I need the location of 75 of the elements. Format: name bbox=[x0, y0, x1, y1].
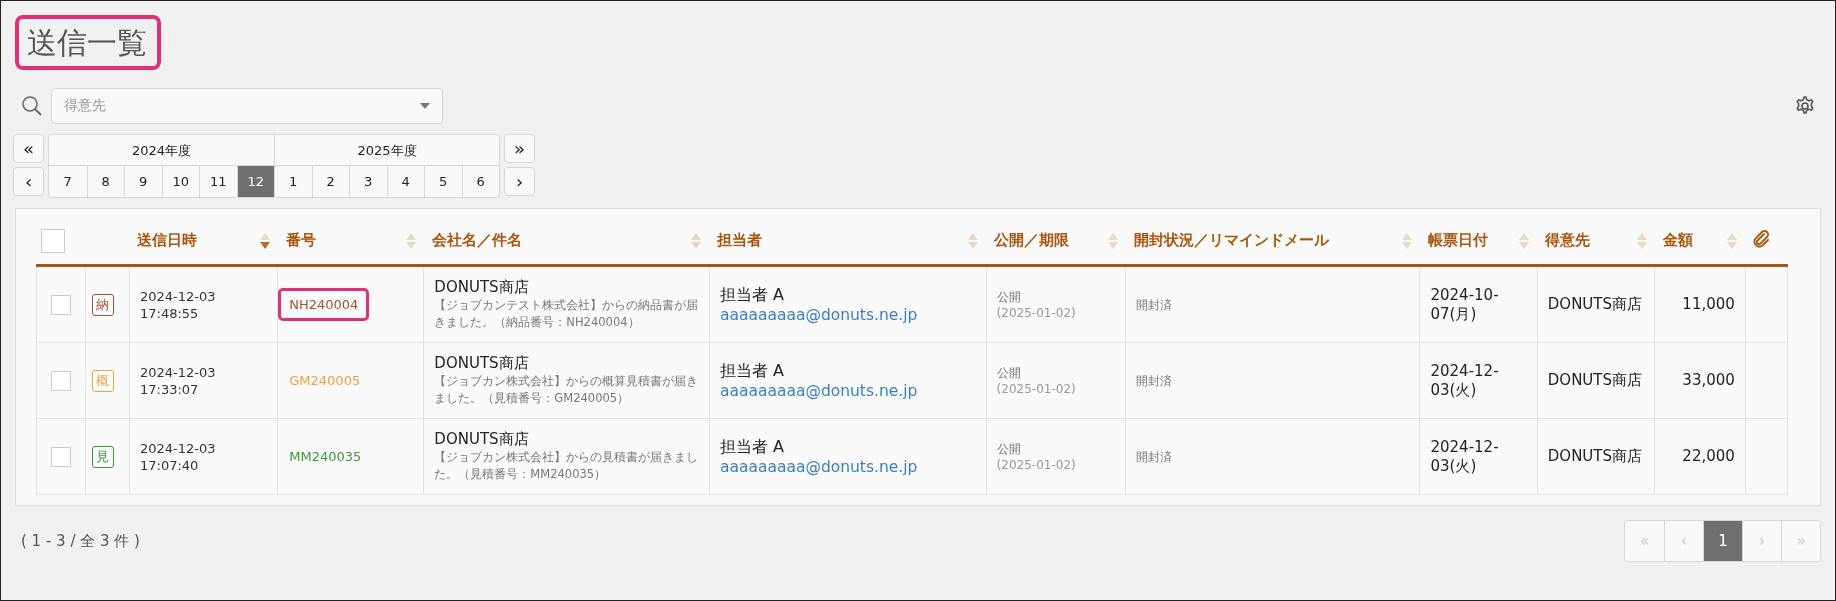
paperclip-icon bbox=[1753, 229, 1770, 248]
previous-year-button[interactable]: « bbox=[13, 134, 44, 163]
pagination-button[interactable]: 1 bbox=[1703, 521, 1742, 561]
deadline-date: (2025-01-02) bbox=[996, 456, 1077, 473]
month-tab[interactable]: 3 bbox=[349, 166, 387, 197]
next-month-button[interactable]: › bbox=[504, 167, 535, 196]
select-all-checkbox[interactable] bbox=[40, 228, 65, 253]
customer-name: DONUTS商店 bbox=[1547, 447, 1644, 466]
month-tab[interactable]: 11 bbox=[199, 166, 237, 197]
public-status: 公開 bbox=[996, 364, 1022, 381]
sent-datetime: 2024-12-03 17:48:55 bbox=[139, 287, 217, 322]
email-link[interactable]: aaaaaaaaa@donuts.ne.jp bbox=[719, 382, 918, 400]
column-header[interactable]: 帳票日付 bbox=[1427, 231, 1488, 250]
page-title: 送信一覧 bbox=[15, 15, 161, 70]
open-status: 開封済 bbox=[1136, 296, 1174, 313]
customer-select[interactable]: 得意先 bbox=[51, 88, 443, 124]
email-link[interactable]: aaaaaaaaa@donuts.ne.jp bbox=[719, 458, 918, 476]
column-header[interactable]: 得意先 bbox=[1545, 231, 1591, 250]
search-icon bbox=[21, 95, 43, 117]
mail-subject: 【ジョブカンテスト株式会社】からの納品書が届きました。（納品番号：NH240004） bbox=[434, 297, 699, 331]
month-tab[interactable]: 7 bbox=[49, 166, 87, 197]
deadline-date: (2025-01-02) bbox=[996, 380, 1077, 397]
fiscal-year-label: 2025年度 bbox=[274, 135, 499, 166]
deadline-date: (2025-01-02) bbox=[996, 304, 1077, 321]
document-number-link[interactable]: NH240004 bbox=[278, 288, 370, 321]
row-checkbox[interactable] bbox=[50, 294, 71, 315]
column-header[interactable]: 会社名／件名 bbox=[431, 231, 522, 250]
customer-name: DONUTS商店 bbox=[1547, 371, 1644, 390]
column-header[interactable]: 番号 bbox=[285, 231, 316, 250]
month-tab[interactable]: 10 bbox=[161, 166, 199, 197]
month-tab[interactable]: 4 bbox=[386, 166, 424, 197]
column-header[interactable]: 公開／期限 bbox=[994, 231, 1070, 250]
person-name: 担当者 A bbox=[719, 437, 785, 458]
document-date: 2024-12-03(火) bbox=[1430, 437, 1500, 476]
dropdown-arrow-icon bbox=[420, 103, 430, 109]
column-header[interactable]: 開封状況／リマインドメール bbox=[1133, 231, 1329, 250]
mail-subject: 【ジョブカン株式会社】からの見積書が届きました。（見積番号：MM240035） bbox=[434, 449, 699, 483]
month-tab[interactable]: 6 bbox=[461, 166, 499, 197]
month-tab[interactable]: 1 bbox=[274, 166, 312, 197]
next-year-button[interactable]: » bbox=[504, 134, 535, 163]
public-status: 公開 bbox=[996, 440, 1022, 457]
sent-datetime: 2024-12-03 17:07:40 bbox=[139, 439, 217, 474]
document-date: 2024-10-07(月) bbox=[1430, 285, 1500, 324]
mail-subject: 【ジョブカン株式会社】からの概算見積書が届きました。（見積番号：GM240005） bbox=[434, 373, 699, 407]
amount: 11,000 bbox=[1681, 295, 1735, 314]
public-status: 公開 bbox=[996, 288, 1022, 305]
amount: 33,000 bbox=[1681, 371, 1735, 390]
document-type-badge: 納 bbox=[91, 293, 114, 316]
month-tab[interactable]: 2 bbox=[311, 166, 349, 197]
column-header[interactable]: 担当者 bbox=[717, 231, 763, 250]
open-status: 開封済 bbox=[1136, 448, 1174, 465]
company-name: DONUTS商店 bbox=[434, 278, 530, 297]
result-count: ( 1 - 3 / 全 3 件 ) bbox=[20, 531, 140, 551]
month-tab[interactable]: 12 bbox=[236, 166, 274, 197]
document-type-badge: 見 bbox=[91, 445, 114, 468]
column-header[interactable]: 金額 bbox=[1662, 231, 1693, 250]
month-tab[interactable]: 8 bbox=[86, 166, 124, 197]
settings-icon bbox=[1793, 95, 1815, 117]
customer-name: DONUTS商店 bbox=[1547, 295, 1644, 314]
previous-month-button[interactable]: ‹ bbox=[13, 167, 44, 196]
month-tab[interactable]: 5 bbox=[424, 166, 462, 197]
document-date: 2024-12-03(火) bbox=[1430, 361, 1500, 400]
sent-datetime: 2024-12-03 17:33:07 bbox=[139, 363, 217, 398]
person-name: 担当者 A bbox=[719, 285, 785, 306]
open-status: 開封済 bbox=[1136, 372, 1174, 389]
email-link[interactable]: aaaaaaaaa@donuts.ne.jp bbox=[719, 306, 918, 324]
month-tab[interactable]: 9 bbox=[124, 166, 162, 197]
company-name: DONUTS商店 bbox=[434, 354, 530, 373]
row-checkbox[interactable] bbox=[50, 446, 71, 467]
row-checkbox[interactable] bbox=[50, 370, 71, 391]
person-name: 担当者 A bbox=[719, 361, 785, 382]
company-name: DONUTS商店 bbox=[434, 430, 530, 449]
document-type-badge: 概 bbox=[91, 369, 114, 392]
amount: 22,000 bbox=[1681, 447, 1735, 466]
column-header[interactable]: 送信日時 bbox=[137, 231, 198, 250]
